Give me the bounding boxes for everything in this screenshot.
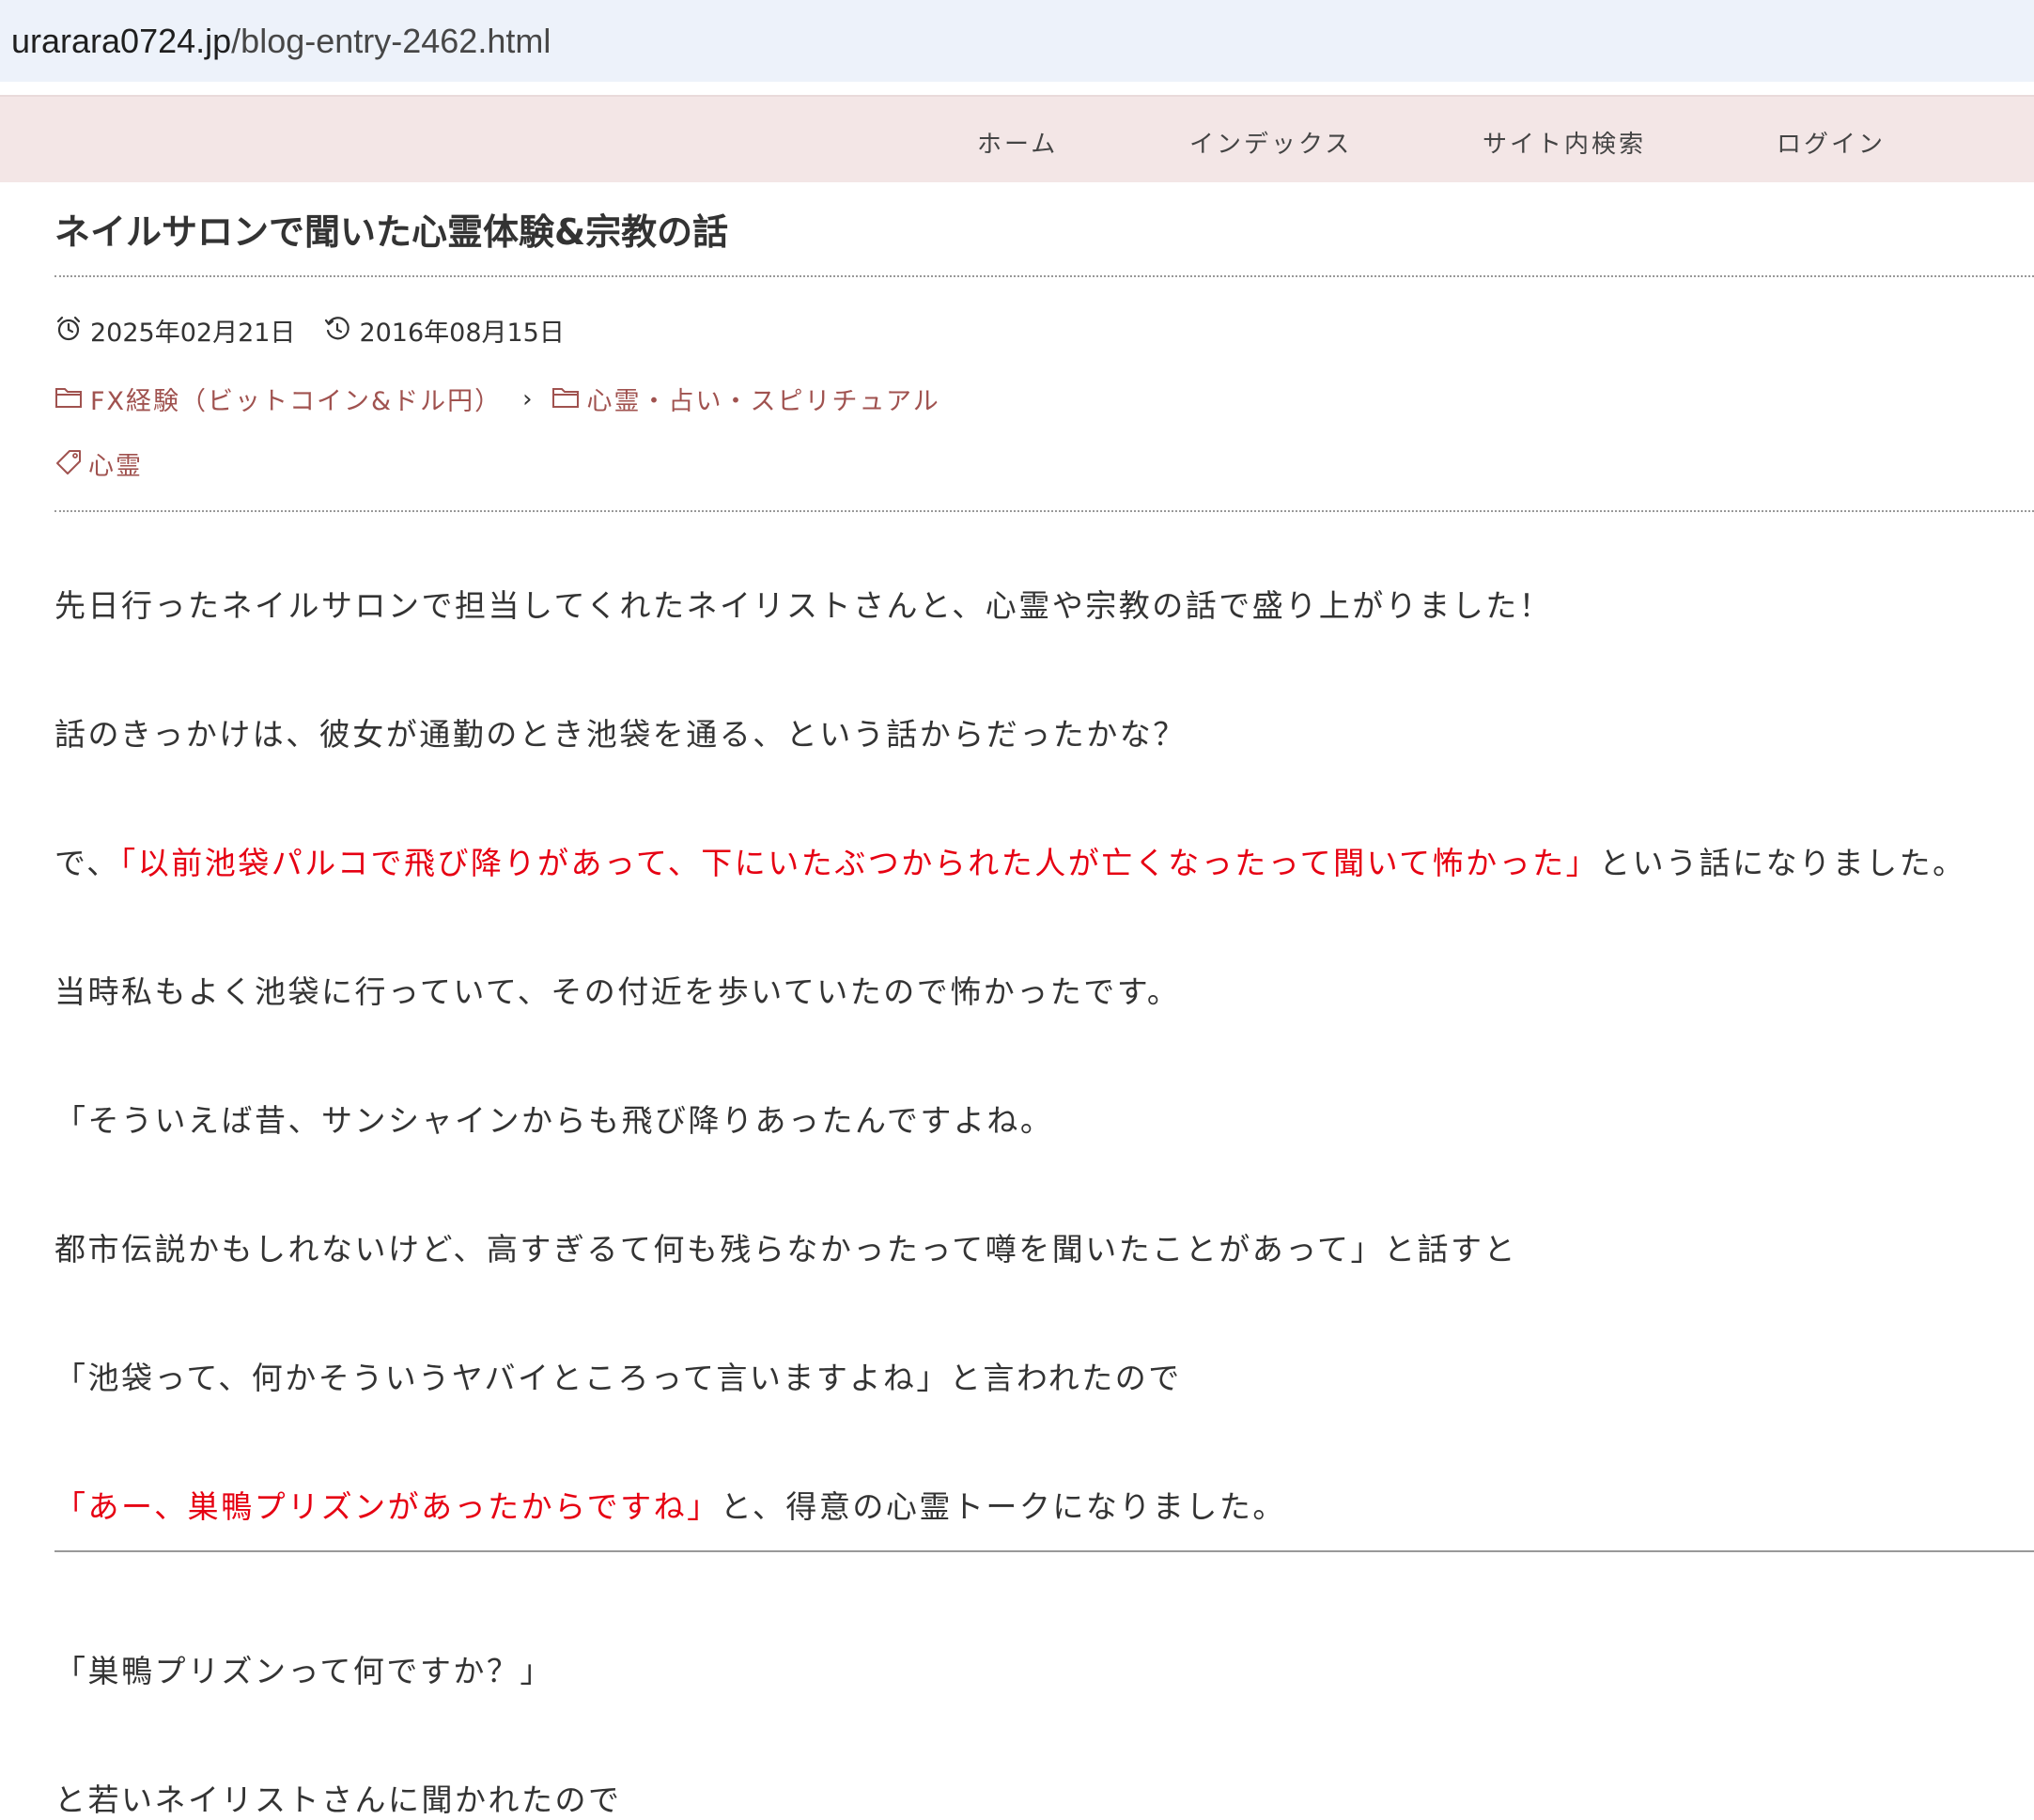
tag-icon <box>54 448 83 480</box>
posted-date: 2025年02月21日 <box>90 319 296 348</box>
tag-link-shinrei[interactable]: 心霊 <box>88 445 143 482</box>
section-divider <box>54 1550 2034 1552</box>
article-tags: 心霊 <box>54 445 143 482</box>
alarm-clock-icon <box>54 315 83 347</box>
body-paragraph: と若いネイリストさんに聞かれたので <box>54 1781 622 1818</box>
body-paragraph: で、「以前池袋パルコで飛び降りがあって、下にいたぶつかられた人が亡くなったって聞… <box>54 838 1966 883</box>
category-link-spiritual[interactable]: 心霊・占い・スピリチュアル <box>587 381 940 417</box>
folder-icon <box>54 385 83 413</box>
updated-date: 2016年08月15日 <box>359 319 565 348</box>
nav-home-link[interactable]: ホーム <box>977 125 1058 160</box>
paragraph-text: という話になりました。 <box>1599 845 1966 881</box>
article-title: ネイルサロンで聞いた心霊体験&宗教の話 <box>54 211 729 253</box>
url-path: /blog-entry-2462.html <box>231 21 551 60</box>
site-nav: ホーム インデックス サイト内検索 ログイン <box>0 95 2034 182</box>
chevron-right-icon: › <box>522 384 533 413</box>
body-paragraph: 先日行ったネイルサロンで担当してくれたネイリストさんと、心霊や宗教の話で盛り上が… <box>54 587 1553 624</box>
body-paragraph: 「そういえば昔、サンシャインからも飛び降りあったんですよね。 <box>54 1102 1054 1139</box>
url-text[interactable]: urarara0724.jp/blog-entry-2462.html <box>11 22 551 61</box>
emphasized-quote: 「あー、巣鴨プリズンがあったからですね」 <box>54 1488 721 1525</box>
emphasized-quote: 「以前池袋パルコで飛び降りがあって、下にいたぶつかられた人が亡くなったって聞いて… <box>119 845 1600 881</box>
url-domain: urarara0724.jp <box>11 21 232 60</box>
history-clock-icon <box>323 315 351 347</box>
category-breadcrumb: FX経験（ビットコイン&ドル円） › 心霊・占い・スピリチュアル <box>54 381 940 417</box>
body-paragraph: 「あー、巣鴨プリズンがあったからですね」と、得意の心霊トークになりました。 <box>54 1482 1286 1527</box>
title-divider <box>54 275 2034 277</box>
meta-divider <box>54 510 2034 512</box>
body-paragraph: 「池袋って、何かそういうヤバイところって言いますよね」と言われたので <box>54 1360 1182 1396</box>
article-dates: 2025年02月21日 2016年08月15日 <box>54 312 565 349</box>
nav-site-search-link[interactable]: サイト内検索 <box>1483 125 1646 160</box>
body-paragraph: 都市伝説かもしれないけど、高すぎるて何も残らなかったって噂を聞いたことがあって」… <box>54 1231 1518 1268</box>
folder-icon <box>551 385 580 413</box>
paragraph-text: と、得意の心霊トークになりました。 <box>720 1488 1286 1525</box>
body-paragraph: 当時私もよく池袋に行っていて、その付近を歩いていたので怖かったです。 <box>54 973 1181 1010</box>
nav-index-link[interactable]: インデックス <box>1189 125 1352 160</box>
category-link-fx[interactable]: FX経験（ビットコイン&ドル円） <box>90 381 502 417</box>
paragraph-text: で、 <box>54 845 120 881</box>
nav-login-link[interactable]: ログイン <box>1777 125 1886 160</box>
body-paragraph: 「巣鴨プリズンって何ですか？」 <box>54 1653 553 1689</box>
browser-address-bar[interactable]: urarara0724.jp/blog-entry-2462.html <box>0 0 2034 82</box>
body-paragraph: 話のきっかけは、彼女が通勤のとき池袋を通る、という話からだったかな？ <box>54 716 1187 753</box>
